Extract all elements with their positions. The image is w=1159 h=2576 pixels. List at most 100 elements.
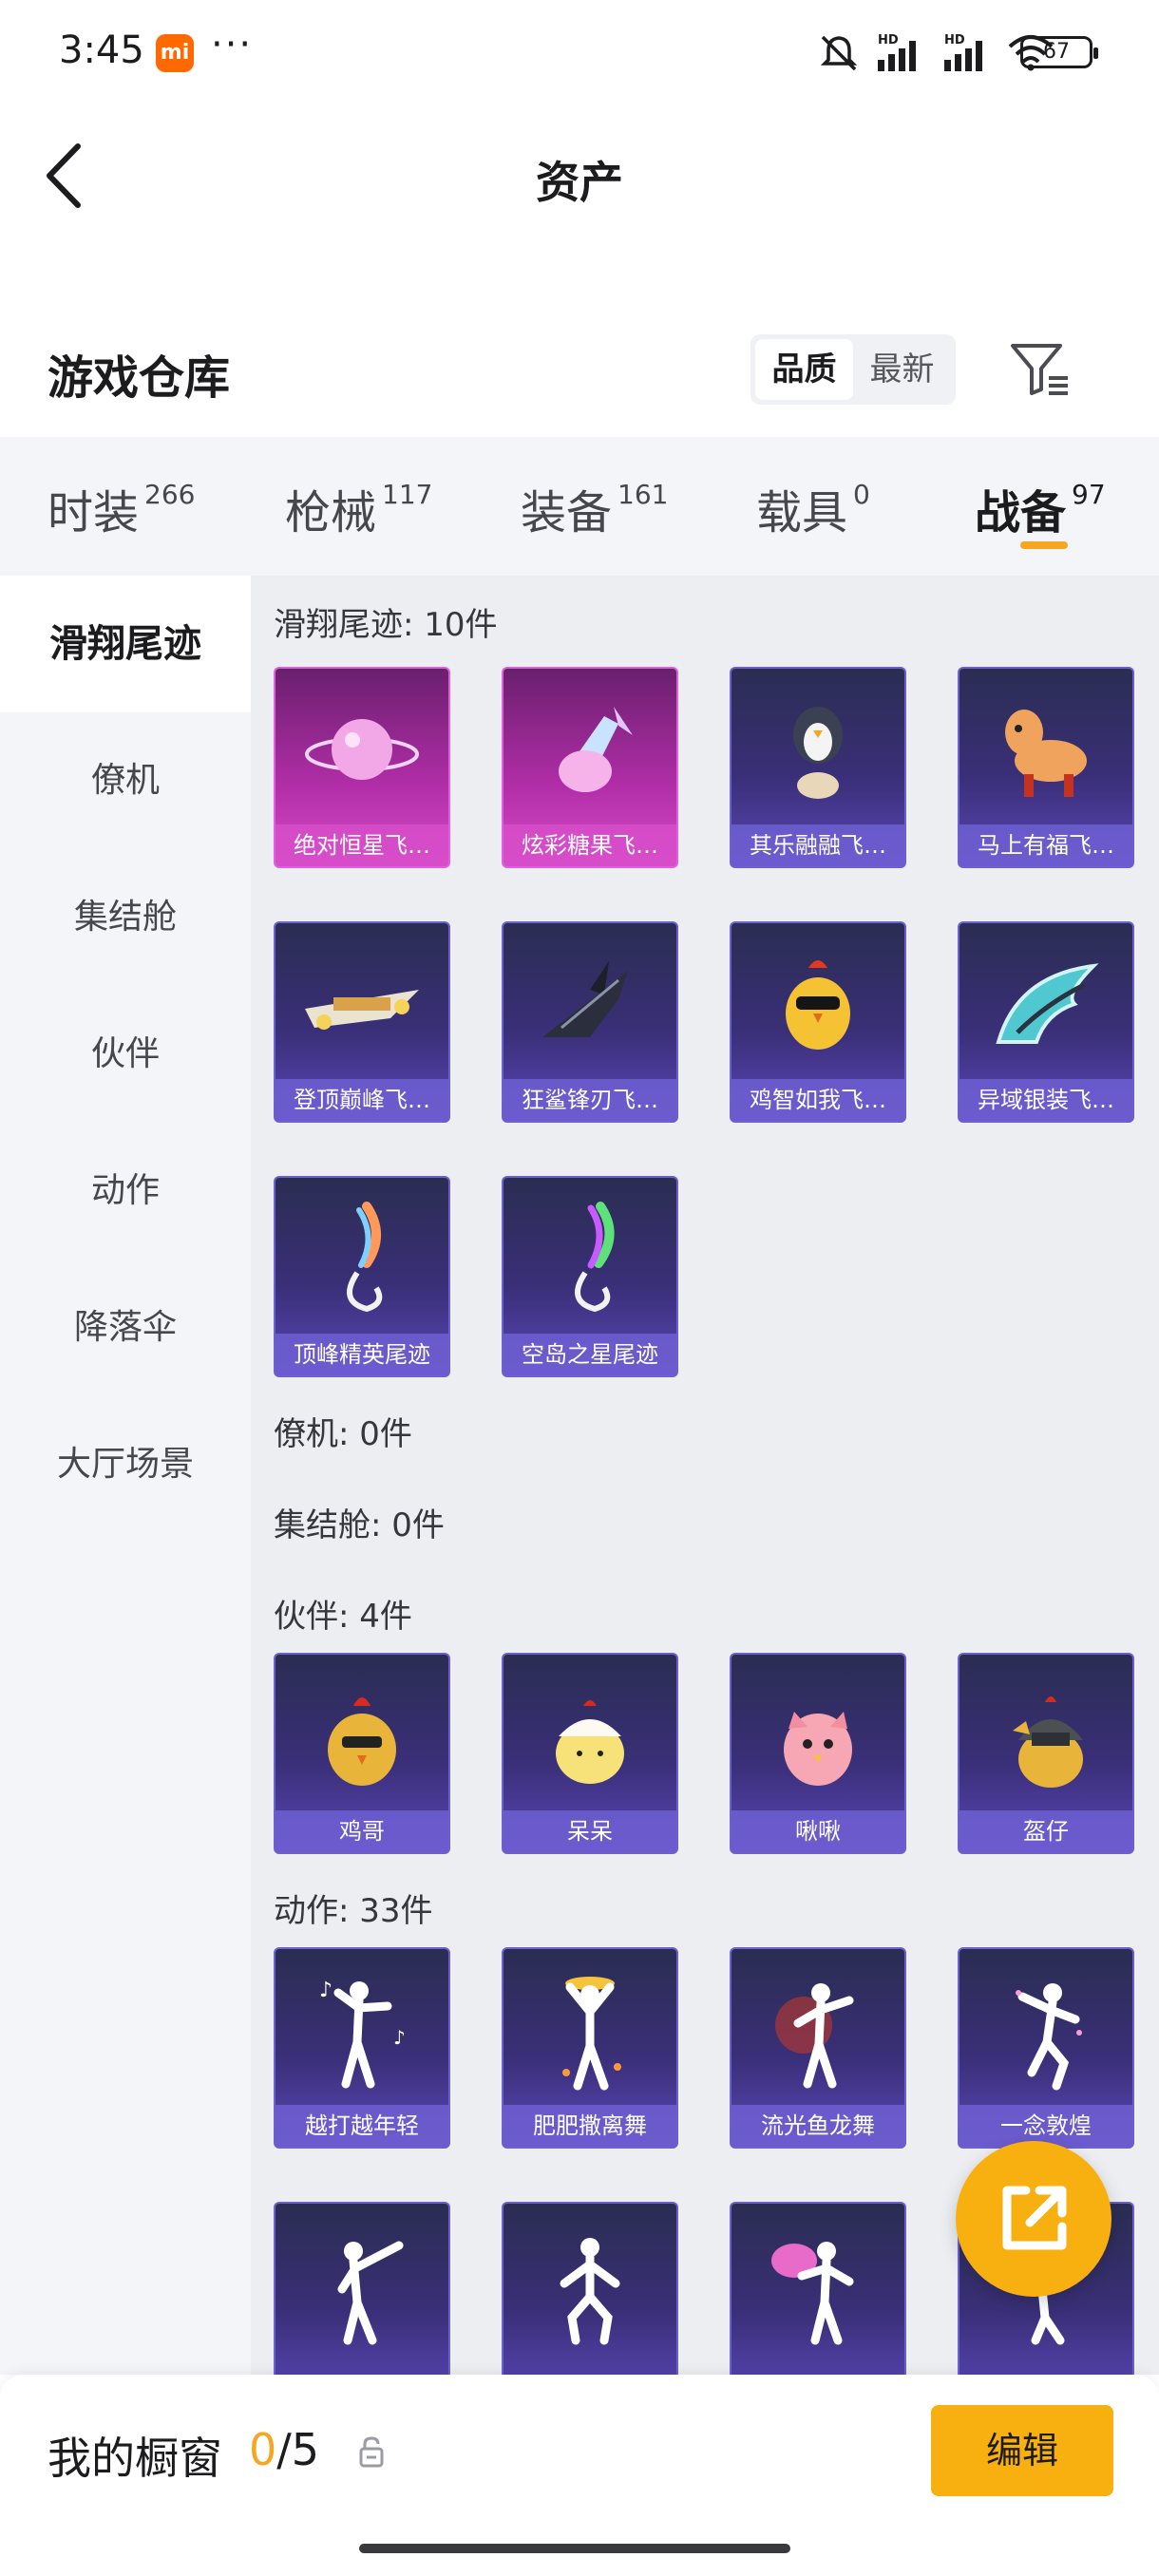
- ballet-dancer-icon: [960, 1959, 1132, 2101]
- signal-hd-1-icon: HD: [878, 33, 916, 71]
- tab-count: 0: [853, 479, 870, 510]
- category-tabs: 时装 266 枪械 117 装备 161 载具 0 战备 97: [0, 437, 1159, 576]
- tab-count: 97: [1072, 479, 1106, 510]
- sidebar-item-partner[interactable]: 伙伴: [0, 986, 251, 1123]
- horse-icon: [960, 678, 1132, 821]
- status-time: 3:45: [59, 28, 144, 72]
- item-name: 流光鱼龙舞: [732, 2105, 904, 2147]
- mute-icon: [820, 35, 858, 71]
- item-card[interactable]: 流光鱼龙舞: [730, 1947, 906, 2149]
- tab-vehicles[interactable]: 载具 0: [709, 437, 944, 576]
- item-card[interactable]: 绝对恒星飞…: [274, 667, 450, 868]
- heart-dancer-icon: [732, 2213, 904, 2356]
- tab-count: 161: [618, 479, 669, 510]
- tab-label: 装备: [521, 486, 613, 540]
- showcase-total: /5: [276, 2424, 320, 2475]
- item-card[interactable]: 登顶巅峰飞…: [274, 921, 450, 1123]
- sort-newest-button[interactable]: 最新: [853, 339, 951, 400]
- item-name: 顶峰精英尾迹: [276, 1334, 448, 1375]
- helmet-chick-icon: [960, 1664, 1132, 1807]
- tab-fashion[interactable]: 时装 266: [0, 437, 238, 576]
- tab-label: 枪械: [285, 486, 377, 540]
- lock-icon: [359, 2436, 384, 2468]
- sort-quality-button[interactable]: 品质: [755, 339, 853, 400]
- item-card[interactable]: 呆呆: [502, 1653, 678, 1854]
- item-card[interactable]: 异域银装飞…: [958, 921, 1134, 1123]
- share-button[interactable]: [956, 2141, 1112, 2297]
- chick-icon: [504, 1664, 676, 1807]
- item-card[interactable]: 马上有福飞…: [958, 667, 1134, 868]
- candy-icon: [504, 678, 676, 821]
- sidebar-item-parachute[interactable]: 降落伞: [0, 1260, 251, 1396]
- showcase-count: 0/5: [249, 2424, 319, 2475]
- fire-dancer-icon: [732, 1959, 904, 2101]
- edit-button[interactable]: 编辑: [931, 2405, 1113, 2496]
- sort-toggle: 品质 最新: [750, 334, 956, 405]
- item-name: 登顶巅峰飞…: [276, 1079, 448, 1121]
- sidebar-item-glide-trail[interactable]: 滑翔尾迹: [0, 576, 251, 712]
- smoke-trail-icon: [276, 1187, 448, 1330]
- pink-bird-icon: [732, 1664, 904, 1807]
- sidebar-item-lobby-scene[interactable]: 大厅场景: [0, 1396, 251, 1533]
- tab-guns[interactable]: 枪械 117: [238, 437, 473, 576]
- item-card[interactable]: 炫彩糖果飞…: [502, 667, 678, 868]
- item-card[interactable]: 狂鲨锋刃飞…: [502, 921, 678, 1123]
- status-bar: 3:45 mi ··· HD HD 67: [0, 0, 1159, 104]
- squat-dancer-icon: [504, 2213, 676, 2356]
- item-card[interactable]: [730, 2202, 906, 2375]
- item-name: 其乐融融飞…: [732, 824, 904, 866]
- tab-count: 117: [382, 479, 433, 510]
- more-notifications-icon: ···: [211, 23, 254, 66]
- jet-icon: [276, 933, 448, 1075]
- svg-text:♪: ♪: [319, 1979, 332, 2002]
- warehouse-row: 游戏仓库 品质 最新: [0, 323, 1159, 418]
- section-title-glide: 滑翔尾迹: 10件: [274, 606, 498, 644]
- sidebar-item-pod[interactable]: 集结舱: [0, 849, 251, 986]
- showcase-label: 我的橱窗: [48, 2433, 222, 2484]
- item-card[interactable]: 盔仔: [958, 1653, 1134, 1854]
- showcase-bar: 我的橱窗 0/5 编辑: [0, 2375, 1159, 2576]
- hat-dancer-icon: [504, 1959, 676, 2101]
- external-link-icon: [1002, 2186, 1067, 2250]
- showcase-used: 0: [249, 2424, 277, 2475]
- tab-gear[interactable]: 战备 97: [944, 437, 1159, 576]
- shark-icon: [504, 933, 676, 1075]
- item-card[interactable]: 其乐融融飞…: [730, 667, 906, 868]
- active-tab-indicator: [1020, 541, 1068, 549]
- item-card[interactable]: 一念敦煌: [958, 1947, 1134, 2149]
- item-card[interactable]: ♪ ♪ 越打越年轻: [274, 1947, 450, 2149]
- section-title-wingman: 僚机: 0件: [274, 1415, 412, 1453]
- sidebar-item-wingman[interactable]: 僚机: [0, 712, 251, 849]
- rainbow-trail-icon: [504, 1187, 676, 1330]
- item-name: 越打越年轻: [276, 2105, 448, 2147]
- item-name: 啾啾: [732, 1810, 904, 1852]
- item-card[interactable]: [274, 2202, 450, 2375]
- planet-icon: [276, 678, 448, 821]
- svg-text:HD: HD: [944, 33, 965, 47]
- wing-icon: [960, 933, 1132, 1075]
- item-name: 呆呆: [504, 1810, 676, 1852]
- item-name: 异域银装飞…: [960, 1079, 1132, 1121]
- item-name: 肥肥撒离舞: [504, 2105, 676, 2147]
- warehouse-title: 游戏仓库: [48, 351, 231, 405]
- svg-text:HD: HD: [878, 33, 899, 47]
- home-indicator[interactable]: [359, 2544, 790, 2553]
- item-card[interactable]: 肥肥撒离舞: [502, 1947, 678, 2149]
- mi-app-icon: mi: [156, 34, 194, 72]
- item-name: 绝对恒星飞…: [276, 824, 448, 866]
- item-name: 炫彩糖果飞…: [504, 824, 676, 866]
- header: 资产: [0, 123, 1159, 228]
- filter-icon[interactable]: [1007, 336, 1074, 403]
- item-card[interactable]: 啾啾: [730, 1653, 906, 1854]
- battery-indicator: 67: [1020, 36, 1098, 68]
- item-card[interactable]: 鸡智如我飞…: [730, 921, 906, 1123]
- item-card[interactable]: [502, 2202, 678, 2375]
- item-card[interactable]: 顶峰精英尾迹: [274, 1176, 450, 1377]
- tab-count: 266: [144, 479, 196, 510]
- item-card[interactable]: 空岛之星尾迹: [502, 1176, 678, 1377]
- sidebar-item-emote[interactable]: 动作: [0, 1123, 251, 1260]
- tab-equipment[interactable]: 装备 161: [473, 437, 709, 576]
- tab-label: 载具: [756, 486, 848, 540]
- item-name: 空岛之星尾迹: [504, 1334, 676, 1375]
- item-card[interactable]: 鸡哥: [274, 1653, 450, 1854]
